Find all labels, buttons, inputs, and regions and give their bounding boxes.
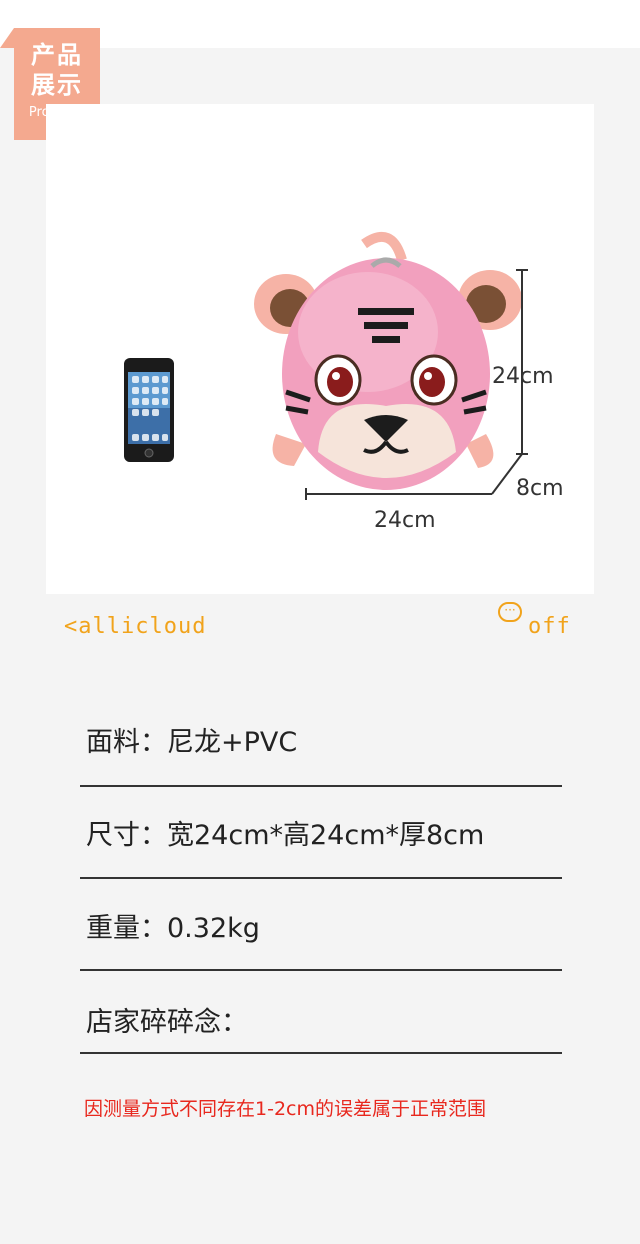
badge-title-line2: 展示 [31,71,83,99]
off-text: off [528,614,571,639]
badge-title-line1: 产品 [31,41,83,69]
backpack-illustration [124,231,528,500]
spec-notes: 店家碎碎念： [86,1007,248,1038]
phone-image [124,358,174,462]
divider [80,785,562,787]
tiger-head [282,257,490,490]
brand-logo: <allicloud [64,614,207,639]
spec-weight: 重量：0.32kg [86,913,260,944]
divider [80,969,562,971]
product-photo: 24cm 8cm 24cm [46,104,594,594]
badge-fold [0,28,14,48]
width-label: 24cm [374,508,436,533]
measurement-note: 因测量方式不同存在1-2cm的误差属于正常范围 [84,1098,486,1120]
divider [80,1052,562,1054]
depth-label: 8cm [516,476,564,501]
divider [80,877,562,879]
spec-size: 尺寸：宽24cm*高24cm*厚8cm [86,820,485,851]
chat-bubble-icon: ··· [498,602,522,622]
off-logo: ··· off [496,602,586,642]
height-label: 24cm [492,364,554,389]
spec-material: 面料：尼龙+PVC [86,727,298,758]
